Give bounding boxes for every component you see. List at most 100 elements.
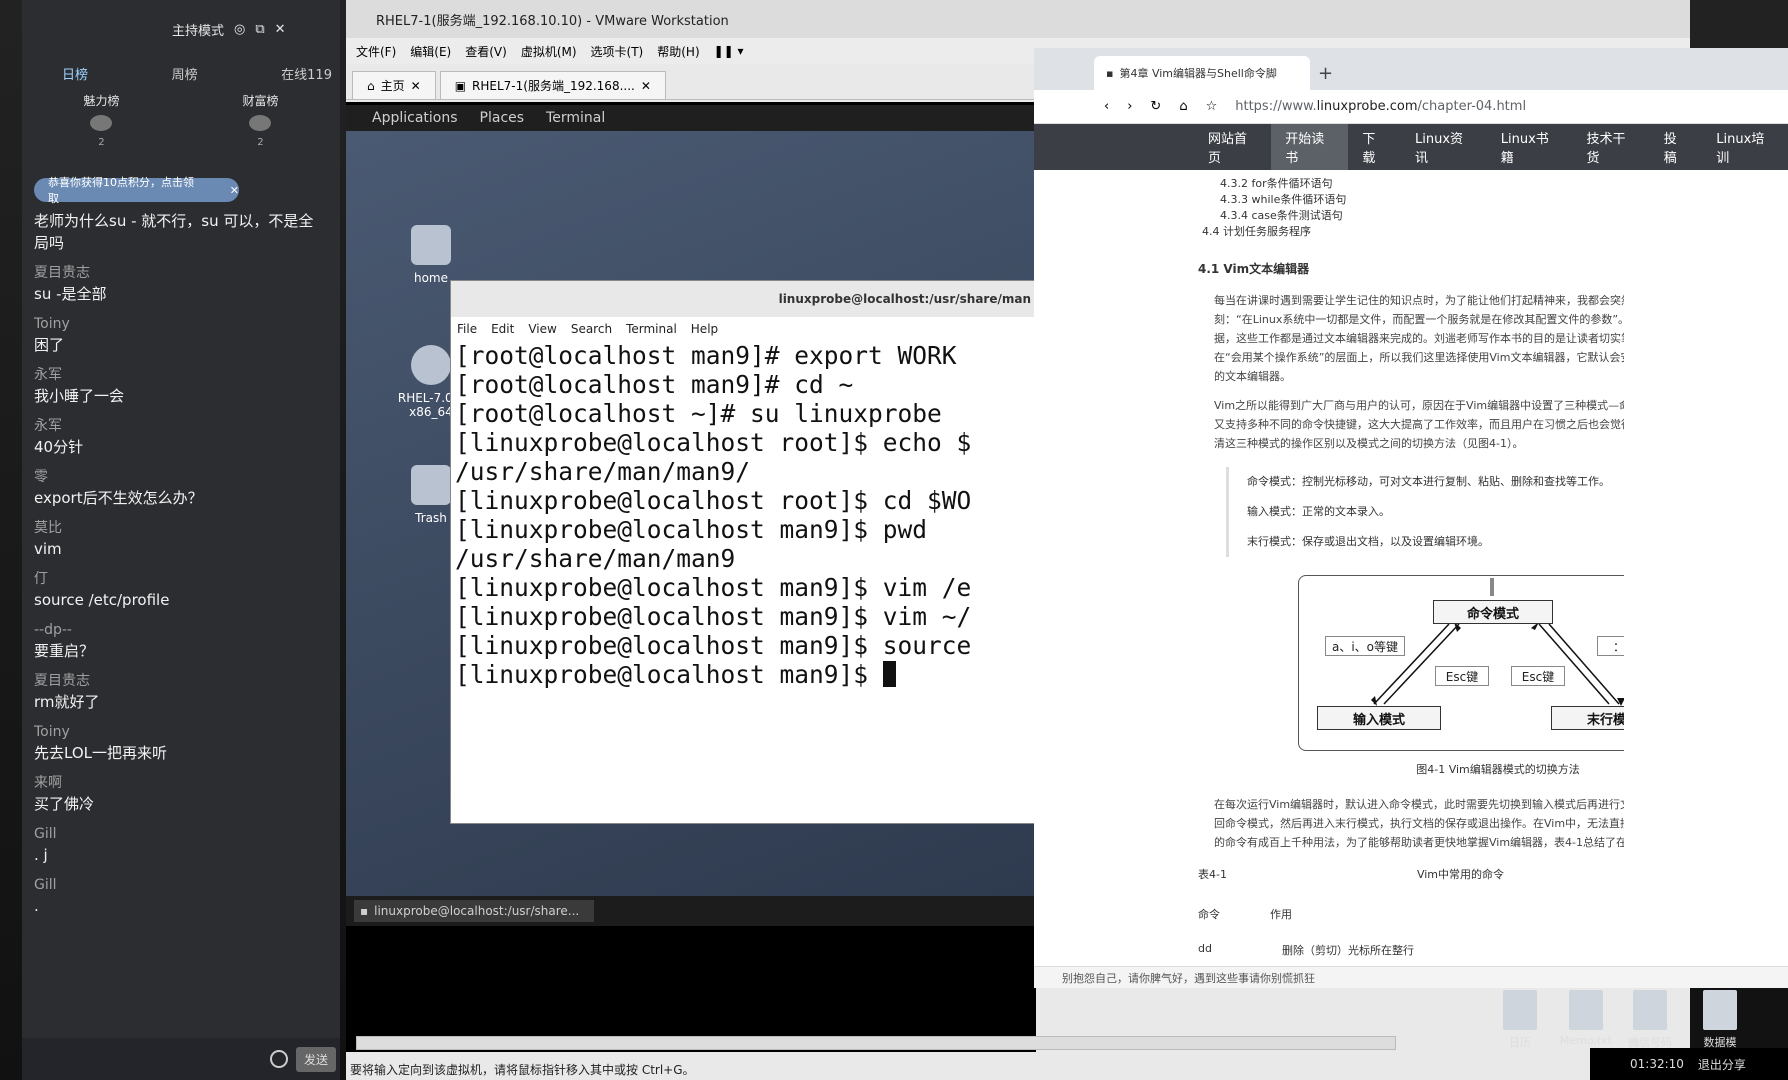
external-icon[interactable]: ⧉ <box>255 22 264 37</box>
settings-icon[interactable]: ◎ <box>234 22 245 37</box>
url-path: /chapter-04.html <box>1417 99 1527 114</box>
menu-tabs[interactable]: 选项卡(T) <box>591 43 644 60</box>
chat-username[interactable]: 莫比 <box>34 518 328 538</box>
nav-news[interactable]: Linux资讯 <box>1401 124 1487 170</box>
guest-taskbar: ▪ linuxprobe@localhost:/usr/share... <box>346 896 1036 926</box>
desktop-file-wechat[interactable]: 微信号码 <box>1620 990 1680 1050</box>
chat-username[interactable]: 永军 <box>34 416 328 436</box>
desktop-file-memo[interactable]: Memo.txt <box>1556 990 1616 1047</box>
terminal-menu-terminal[interactable]: Terminal <box>626 322 677 336</box>
chat-username[interactable]: 永军 <box>34 365 328 385</box>
terminal-line-text: [linuxprobe@localhost man9]$ pwd <box>455 515 928 544</box>
cell-command: dd <box>1198 942 1212 955</box>
chat-username[interactable]: Gill <box>34 824 328 844</box>
vmware-title: RHEL7-1(服务端_192.168.10.10) - VMware Work… <box>376 13 729 29</box>
tab-daily[interactable]: 日榜 <box>62 64 88 83</box>
close-icon[interactable]: ✕ <box>641 79 651 93</box>
chat-username[interactable]: Gill <box>34 875 328 895</box>
terminal-menu-edit[interactable]: Edit <box>491 322 514 336</box>
taskbar-terminal-label: linuxprobe@localhost:/usr/share... <box>374 904 580 918</box>
terminal-line: [root@localhost ~]# su linuxprobe <box>455 399 1031 428</box>
terminal-menu-view[interactable]: View <box>528 322 556 336</box>
desktop-home-icon[interactable]: home <box>386 225 476 285</box>
chat-text: 要重启？ <box>34 642 95 660</box>
paragraph-line: 又支持多种不同的命令快捷键，这大大提高了工作效率，而且用户在习惯之后也会觉得相当… <box>1214 418 1624 431</box>
reward-notice-text: 恭喜你获得10点积分，点击领取 <box>48 176 194 205</box>
nav-download[interactable]: 下载 <box>1348 124 1401 170</box>
terminal-line-text: [linuxprobe@localhost man9]$ <box>455 660 883 689</box>
close-icon[interactable]: ✕ <box>230 184 239 197</box>
toc-item[interactable]: 4.4 计划任务服务程序 <box>1198 224 1624 240</box>
host-mode-label[interactable]: 主持模式 <box>172 20 224 39</box>
places-menu[interactable]: Places <box>480 110 525 126</box>
chat-username[interactable]: 仃 <box>34 569 328 589</box>
back-icon[interactable]: ‹ <box>1104 99 1109 114</box>
menu-edit[interactable]: 编辑(E) <box>410 43 451 60</box>
terminal-menu-search[interactable]: Search <box>571 322 612 336</box>
chat-username[interactable]: Toiny <box>34 314 328 334</box>
address-bar[interactable]: https://www.linuxprobe.com/chapter-04.ht… <box>1235 99 1788 114</box>
taskbar-terminal-item[interactable]: ▪ linuxprobe@localhost:/usr/share... <box>354 900 594 922</box>
nav-home[interactable]: 网站首页 <box>1194 124 1271 170</box>
chat-text: . j <box>34 846 48 864</box>
reward-notice[interactable]: 恭喜你获得10点积分，点击领取 ✕ <box>34 176 239 205</box>
paragraph-line: 据，这些工作都是通过文本编辑器来完成的。刘遄老师写作本书的目的是让读者切实掌握L… <box>1214 332 1624 345</box>
nav-training[interactable]: Linux培训 <box>1702 124 1788 170</box>
terminal-menu[interactable]: Terminal <box>546 110 605 126</box>
mode-input: 输入模式：正常的文本录入。 <box>1247 505 1390 518</box>
terminal-line-text: [root@localhost ~]# su linuxprobe <box>455 399 942 428</box>
chat-username[interactable]: --dp-- <box>34 620 328 640</box>
terminal-line: [linuxprobe@localhost man9]$ <box>455 660 1031 689</box>
tab-vm[interactable]: ▣ RHEL7-1(服务端_192.168.... ✕ <box>439 71 666 99</box>
menu-help[interactable]: 帮助(H) <box>657 43 699 60</box>
terminal-line-text: /usr/share/man/man9/ <box>455 457 751 486</box>
chat-username[interactable]: 夏目贵志 <box>34 671 328 691</box>
nav-tech[interactable]: 技术干货 <box>1572 124 1649 170</box>
desktop-file-calendar[interactable]: 日历 <box>1490 990 1550 1050</box>
close-icon[interactable]: ✕ <box>411 79 421 93</box>
close-icon[interactable]: ✕ <box>275 22 286 37</box>
bookmark-icon[interactable]: ☆ <box>1206 99 1218 114</box>
stop-share-button[interactable]: 退出分享 <box>1698 1056 1746 1073</box>
charm-rank[interactable]: 魅力榜 2 <box>83 92 119 148</box>
toc-item[interactable]: 4.3.3 while条件循环语句 <box>1198 192 1624 208</box>
nav-books[interactable]: Linux书籍 <box>1487 124 1573 170</box>
emoji-icon[interactable] <box>269 1050 288 1068</box>
terminal-menu-help[interactable]: Help <box>691 322 718 336</box>
menu-vm[interactable]: 虚拟机(M) <box>521 43 577 60</box>
forward-icon[interactable]: › <box>1127 99 1132 114</box>
chat-username[interactable]: Toiny <box>34 722 328 742</box>
home-icon[interactable]: ⌂ <box>1179 99 1187 114</box>
browser-tab[interactable]: ▪ 第4章 Vim编辑器与Shell命令脚 <box>1094 56 1310 90</box>
chat-username[interactable]: 来啊 <box>34 773 328 793</box>
terminal-window[interactable]: linuxprobe@localhost:/usr/share/man File… <box>450 280 1036 824</box>
browser-toolbar: ‹ › ↻ ⌂ ☆ https://www.linuxprobe.com/cha… <box>1034 90 1788 124</box>
horizontal-scrollbar[interactable] <box>356 1036 1396 1050</box>
node-input-mode: 输入模式 <box>1317 706 1441 730</box>
table-header: 命令 作用 <box>1198 906 1624 922</box>
nav-submit[interactable]: 投稿 <box>1650 124 1703 170</box>
menu-view[interactable]: 查看(V) <box>465 43 507 60</box>
charm-rank-count: 2 <box>98 137 105 148</box>
chat-message: 永军 我小睡了一会 <box>34 365 328 407</box>
toc-item[interactable]: 4.3.2 for条件循环语句 <box>1198 176 1624 192</box>
toc-item[interactable]: 4.3.4 case条件测试语句 <box>1198 208 1624 224</box>
reload-icon[interactable]: ↻ <box>1150 99 1161 114</box>
disc-icon <box>411 345 451 385</box>
new-tab-icon[interactable]: + <box>1318 63 1333 90</box>
chat-username[interactable]: 零 <box>34 467 328 487</box>
applications-menu[interactable]: Applications <box>372 110 458 126</box>
terminal-menu-file[interactable]: File <box>457 322 477 336</box>
chat-username[interactable]: 夏目贵志 <box>34 263 328 283</box>
tab-weekly[interactable]: 周榜 <box>172 64 198 83</box>
send-button[interactable]: 发送 <box>295 1046 336 1072</box>
tab-home[interactable]: ⌂ 主页 ✕ <box>352 71 436 99</box>
pause-icon[interactable]: ❚❚ ▾ <box>714 44 744 58</box>
nav-read[interactable]: 开始读书 <box>1271 124 1349 170</box>
chat-message: 来啊 买了佛冷 <box>34 773 328 815</box>
menu-file[interactable]: 文件(F) <box>356 43 396 60</box>
wealth-rank[interactable]: 财富榜 2 <box>242 92 278 148</box>
chat-text: 先去LOL一把再来听 <box>34 744 167 762</box>
terminal-output[interactable]: [root@localhost man9]# export WORK [root@… <box>451 341 1035 689</box>
chat-text: 我小睡了一会 <box>34 387 125 405</box>
